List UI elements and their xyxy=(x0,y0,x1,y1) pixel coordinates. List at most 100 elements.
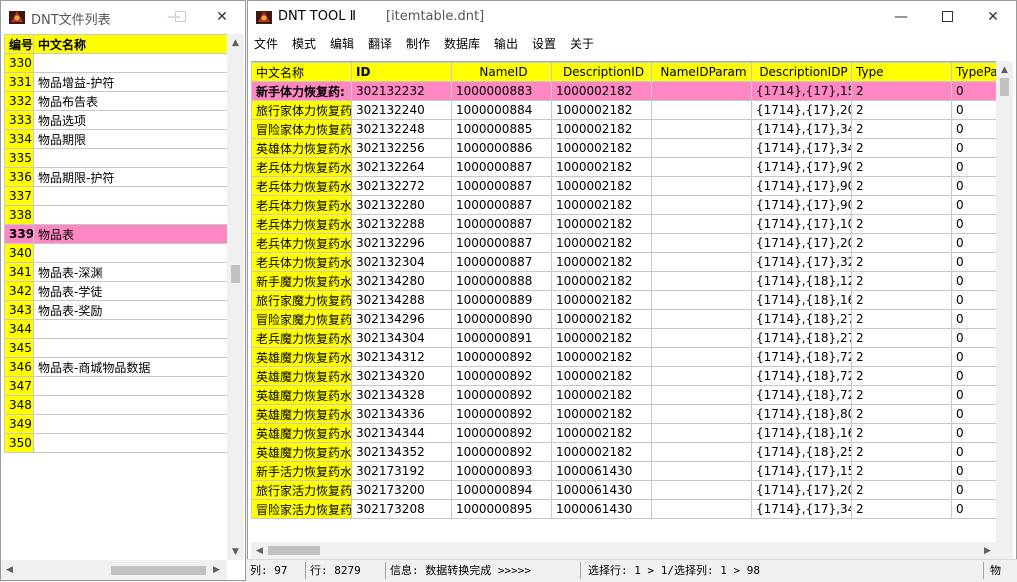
cell-typeparam[interactable]: 0 xyxy=(951,271,996,291)
scroll-right-arrow-icon[interactable]: ▶ xyxy=(979,542,996,559)
row-chinese-name[interactable] xyxy=(33,148,227,168)
cell-id[interactable]: 302134312 xyxy=(351,347,452,367)
cell-descriptionidparam[interactable]: {1714},{17},340 xyxy=(751,138,852,158)
cell-id[interactable]: 302173200 xyxy=(351,480,452,500)
cell-nameidparam[interactable] xyxy=(651,176,752,196)
cell-chinese-name[interactable]: 旅行家魔力恢复药 xyxy=(251,290,352,310)
row-number[interactable]: 338 xyxy=(4,205,34,225)
cell-typeparam[interactable]: 0 xyxy=(951,442,996,462)
cell-typeparam[interactable]: 0 xyxy=(951,461,996,481)
cell-id[interactable]: 302173208 xyxy=(351,499,452,519)
cell-nameid[interactable]: 1000000890 xyxy=(451,309,552,329)
column-header-descriptionid[interactable]: DescriptionID xyxy=(551,62,652,82)
item-table-row[interactable]: 旅行家体力恢复药 302132240 1000000884 1000002182 {17… xyxy=(251,100,996,120)
row-chinese-name[interactable]: 物品表 xyxy=(33,224,227,244)
cell-nameid[interactable]: 1000000892 xyxy=(451,347,552,367)
cell-chinese-name[interactable]: 老兵体力恢复药水 xyxy=(251,214,352,234)
row-chinese-name[interactable] xyxy=(33,433,227,453)
cell-type[interactable]: 2 xyxy=(851,442,952,462)
scroll-up-arrow-icon[interactable]: ▲ xyxy=(996,61,1013,78)
cell-chinese-name[interactable]: 新手活力恢复药水 xyxy=(251,461,352,481)
cell-typeparam[interactable]: 0 xyxy=(951,328,996,348)
cell-id[interactable]: 302132232 xyxy=(351,81,452,101)
right-hscroll-thumb[interactable] xyxy=(268,546,320,555)
item-table-row[interactable]: 新手体力恢复药: 302132232 1000000883 1000002182 {17… xyxy=(251,81,996,101)
row-number[interactable]: 349 xyxy=(4,414,34,434)
cell-chinese-name[interactable]: 英雄魔力恢复药水 xyxy=(251,385,352,405)
cell-nameid[interactable]: 1000000886 xyxy=(451,138,552,158)
cell-descriptionid[interactable]: 1000002182 xyxy=(551,271,652,291)
cell-chinese-name[interactable]: 新手魔力恢复药水 xyxy=(251,271,352,291)
row-chinese-name[interactable] xyxy=(33,243,227,263)
cell-descriptionidparam[interactable]: {1714},{17},200,{ xyxy=(751,480,852,500)
close-button[interactable]: ✕ xyxy=(970,1,1016,32)
cell-type[interactable]: 2 xyxy=(851,404,952,424)
cell-type[interactable]: 2 xyxy=(851,385,952,405)
row-number[interactable]: 350 xyxy=(4,433,34,453)
cell-descriptionidparam[interactable]: {1714},{17},900 xyxy=(751,176,852,196)
cell-typeparam[interactable]: 0 xyxy=(951,309,996,329)
cell-descriptionidparam[interactable]: {1714},{18},2560 xyxy=(751,442,852,462)
cell-chinese-name[interactable]: 英雄魔力恢复药水 xyxy=(251,442,352,462)
cell-chinese-name[interactable]: 冒险家体力恢复药 xyxy=(251,119,352,139)
item-table-row[interactable]: 冒险家魔力恢复药 302134296 1000000890 1000002182 {17… xyxy=(251,309,996,329)
cell-nameidparam[interactable] xyxy=(651,290,752,310)
item-table-row[interactable]: 英雄魔力恢复药水 302134352 1000000892 1000002182 {17… xyxy=(251,442,996,462)
cell-chinese-name[interactable]: 老兵体力恢复药水 xyxy=(251,195,352,215)
cell-nameid[interactable]: 1000000892 xyxy=(451,404,552,424)
cell-chinese-name[interactable]: 冒险家魔力恢复药 xyxy=(251,309,352,329)
column-header-type[interactable]: Type xyxy=(851,62,952,82)
cell-chinese-name[interactable]: 老兵体力恢复药水 xyxy=(251,157,352,177)
cell-descriptionid[interactable]: 1000002182 xyxy=(551,252,652,272)
item-table-row[interactable]: 旅行家魔力恢复药 302134288 1000000889 1000002182 {17… xyxy=(251,290,996,310)
cell-descriptionid[interactable]: 1000002182 xyxy=(551,347,652,367)
item-table-row[interactable]: 英雄魔力恢复药水 302134328 1000000892 1000002182 {17… xyxy=(251,385,996,405)
cell-chinese-name[interactable]: 英雄体力恢复药水 xyxy=(251,138,352,158)
menu-make[interactable]: 制作 xyxy=(406,35,430,52)
menu-output[interactable]: 输出 xyxy=(494,35,518,52)
cell-descriptionidparam[interactable]: {1714},{18},120 xyxy=(751,271,852,291)
cell-id[interactable]: 302132248 xyxy=(351,119,452,139)
cell-nameid[interactable]: 1000000892 xyxy=(451,385,552,405)
file-list-row[interactable]: 344 xyxy=(4,319,227,339)
cell-descriptionid[interactable]: 1000061430 xyxy=(551,480,652,500)
cell-id[interactable]: 302134320 xyxy=(351,366,452,386)
file-list-row[interactable]: 346 物品表-商城物品数据 xyxy=(4,357,227,377)
cell-chinese-name[interactable]: 老兵体力恢复药水 xyxy=(251,252,352,272)
cell-type[interactable]: 2 xyxy=(851,366,952,386)
item-table-row[interactable]: 英雄魔力恢复药水 302134312 1000000892 1000002182 {17… xyxy=(251,347,996,367)
left-horizontal-scrollbar[interactable]: ◀ ▶ xyxy=(1,560,227,580)
cell-nameid[interactable]: 1000000887 xyxy=(451,233,552,253)
cell-typeparam[interactable]: 0 xyxy=(951,499,996,519)
row-number[interactable]: 335 xyxy=(4,148,34,168)
row-number[interactable]: 345 xyxy=(4,338,34,358)
maximize-button[interactable] xyxy=(157,1,203,32)
file-list-row[interactable]: 340 xyxy=(4,243,227,263)
cell-descriptionidparam[interactable]: {1714},{18},1600 xyxy=(751,423,852,443)
row-number[interactable]: 344 xyxy=(4,319,34,339)
file-list-row[interactable]: 332 物品布告表 xyxy=(4,91,227,111)
row-number[interactable]: 336 xyxy=(4,167,34,187)
cell-descriptionid[interactable]: 1000002182 xyxy=(551,195,652,215)
right-horizontal-scrollbar[interactable]: ◀ ▶ xyxy=(251,542,1013,559)
row-chinese-name[interactable] xyxy=(33,414,227,434)
column-header-typeparam[interactable]: TypePa xyxy=(951,62,996,82)
cell-typeparam[interactable]: 0 xyxy=(951,233,996,253)
cell-type[interactable]: 2 xyxy=(851,252,952,272)
item-table-row[interactable]: 老兵体力恢复药水 302132288 1000000887 1000002182 {17… xyxy=(251,214,996,234)
row-chinese-name[interactable]: 物品期限 xyxy=(33,129,227,149)
cell-nameidparam[interactable] xyxy=(651,461,752,481)
cell-id[interactable]: 302132304 xyxy=(351,252,452,272)
row-chinese-name[interactable] xyxy=(33,186,227,206)
cell-descriptionid[interactable]: 1000002182 xyxy=(551,214,652,234)
cell-type[interactable]: 2 xyxy=(851,138,952,158)
row-number[interactable]: 332 xyxy=(4,91,34,111)
cell-nameid[interactable]: 1000000895 xyxy=(451,499,552,519)
cell-descriptionidparam[interactable]: {1714},{17},200 xyxy=(751,100,852,120)
file-list-grid[interactable]: 编号 中文名称 330 331 物品增益-护符 332 物品布告表 333 物品选项 334 物… xyxy=(4,34,227,560)
minimize-button[interactable]: — xyxy=(878,1,924,32)
cell-nameid[interactable]: 1000000887 xyxy=(451,214,552,234)
cell-typeparam[interactable]: 0 xyxy=(951,214,996,234)
cell-id[interactable]: 302134352 xyxy=(351,442,452,462)
cell-chinese-name[interactable]: 英雄魔力恢复药水 xyxy=(251,404,352,424)
